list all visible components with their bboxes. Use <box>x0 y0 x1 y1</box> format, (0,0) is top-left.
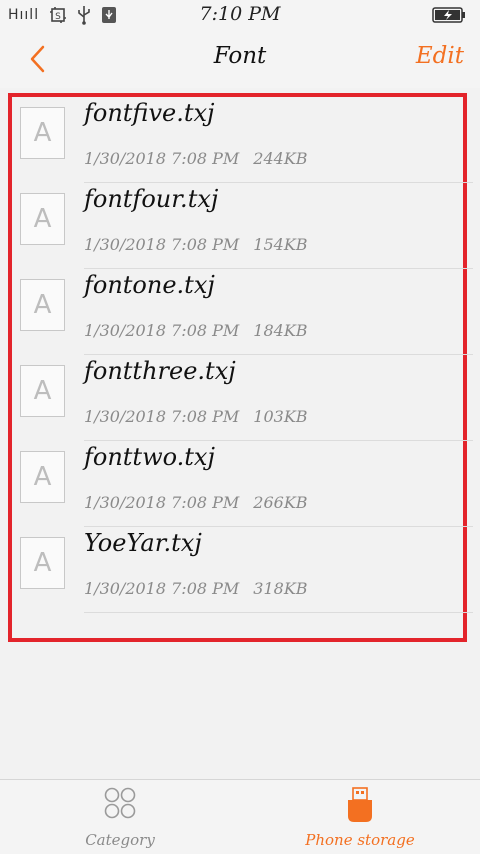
tab-category[interactable]: Category <box>0 780 240 854</box>
file-name: fonttwo.txj <box>84 443 215 471</box>
thumbnail-letter: A <box>33 118 52 148</box>
page-title: Font <box>213 43 267 69</box>
thumbnail-letter: A <box>33 204 52 234</box>
status-time: 7:10 PM <box>199 3 281 25</box>
header: Font Edit <box>0 30 480 88</box>
list-item[interactable]: A fonttwo.txj 1/30/2018 7:08 PM 266KB <box>12 441 473 527</box>
file-size: 244KB <box>253 149 308 168</box>
file-size: 266KB <box>253 493 308 512</box>
file-date: 1/30/2018 7:08 PM <box>84 235 240 254</box>
thumbnail-letter: A <box>33 462 52 492</box>
file-meta: 1/30/2018 7:08 PM 266KB <box>84 493 308 512</box>
file-name: fontfive.txj <box>84 99 215 127</box>
thumbnail-letter: A <box>33 376 52 406</box>
file-list-highlight: A fontfive.txj 1/30/2018 7:08 PM 244KB A … <box>8 93 473 642</box>
file-date: 1/30/2018 7:08 PM <box>84 149 240 168</box>
list-item[interactable]: A YoeYar.txj 1/30/2018 7:08 PM 318KB <box>12 527 473 613</box>
file-size: 103KB <box>253 407 308 426</box>
list-item[interactable]: A fontfour.txj 1/30/2018 7:08 PM 154KB <box>12 183 473 269</box>
file-meta: 1/30/2018 7:08 PM 244KB <box>84 149 308 168</box>
file-date: 1/30/2018 7:08 PM <box>84 321 240 340</box>
usb-drive-icon <box>348 787 372 822</box>
file-date: 1/30/2018 7:08 PM <box>84 407 240 426</box>
file-name: fontone.txj <box>84 271 215 299</box>
file-list: A fontfive.txj 1/30/2018 7:08 PM 244KB A … <box>12 97 473 613</box>
file-name: fontthree.txj <box>84 357 236 385</box>
file-name: YoeYar.txj <box>84 529 202 557</box>
file-thumbnail-icon: A <box>20 365 65 417</box>
edit-button[interactable]: Edit <box>416 43 464 69</box>
file-thumbnail-icon: A <box>20 193 65 245</box>
file-name: fontfour.txj <box>84 185 219 213</box>
tab-category-label: Category <box>85 831 155 849</box>
file-size: 318KB <box>253 579 308 598</box>
list-item[interactable]: A fontone.txj 1/30/2018 7:08 PM 184KB <box>12 269 473 355</box>
divider <box>84 612 473 613</box>
tab-phone-storage[interactable]: Phone storage <box>240 780 480 854</box>
thumbnail-letter: A <box>33 290 52 320</box>
bottom-tab-bar: Category Phone storage <box>0 779 480 854</box>
file-thumbnail-icon: A <box>20 107 65 159</box>
file-meta: 1/30/2018 7:08 PM 154KB <box>84 235 308 254</box>
file-meta: 1/30/2018 7:08 PM 103KB <box>84 407 308 426</box>
list-item[interactable]: A fontthree.txj 1/30/2018 7:08 PM 103KB <box>12 355 473 441</box>
four-circles-icon <box>104 787 136 819</box>
list-item[interactable]: A fontfive.txj 1/30/2018 7:08 PM 244KB <box>12 97 473 183</box>
status-bar: Hııll S 7:10 PM <box>0 0 480 30</box>
file-size: 184KB <box>253 321 308 340</box>
file-thumbnail-icon: A <box>20 537 65 589</box>
file-thumbnail-icon: A <box>20 451 65 503</box>
file-date: 1/30/2018 7:08 PM <box>84 493 240 512</box>
file-size: 154KB <box>253 235 308 254</box>
thumbnail-letter: A <box>33 548 52 578</box>
file-thumbnail-icon: A <box>20 279 65 331</box>
file-date: 1/30/2018 7:08 PM <box>84 579 240 598</box>
file-meta: 1/30/2018 7:08 PM 318KB <box>84 579 308 598</box>
file-meta: 1/30/2018 7:08 PM 184KB <box>84 321 308 340</box>
tab-phone-storage-label: Phone storage <box>305 831 415 849</box>
battery-charging-icon <box>432 7 465 23</box>
